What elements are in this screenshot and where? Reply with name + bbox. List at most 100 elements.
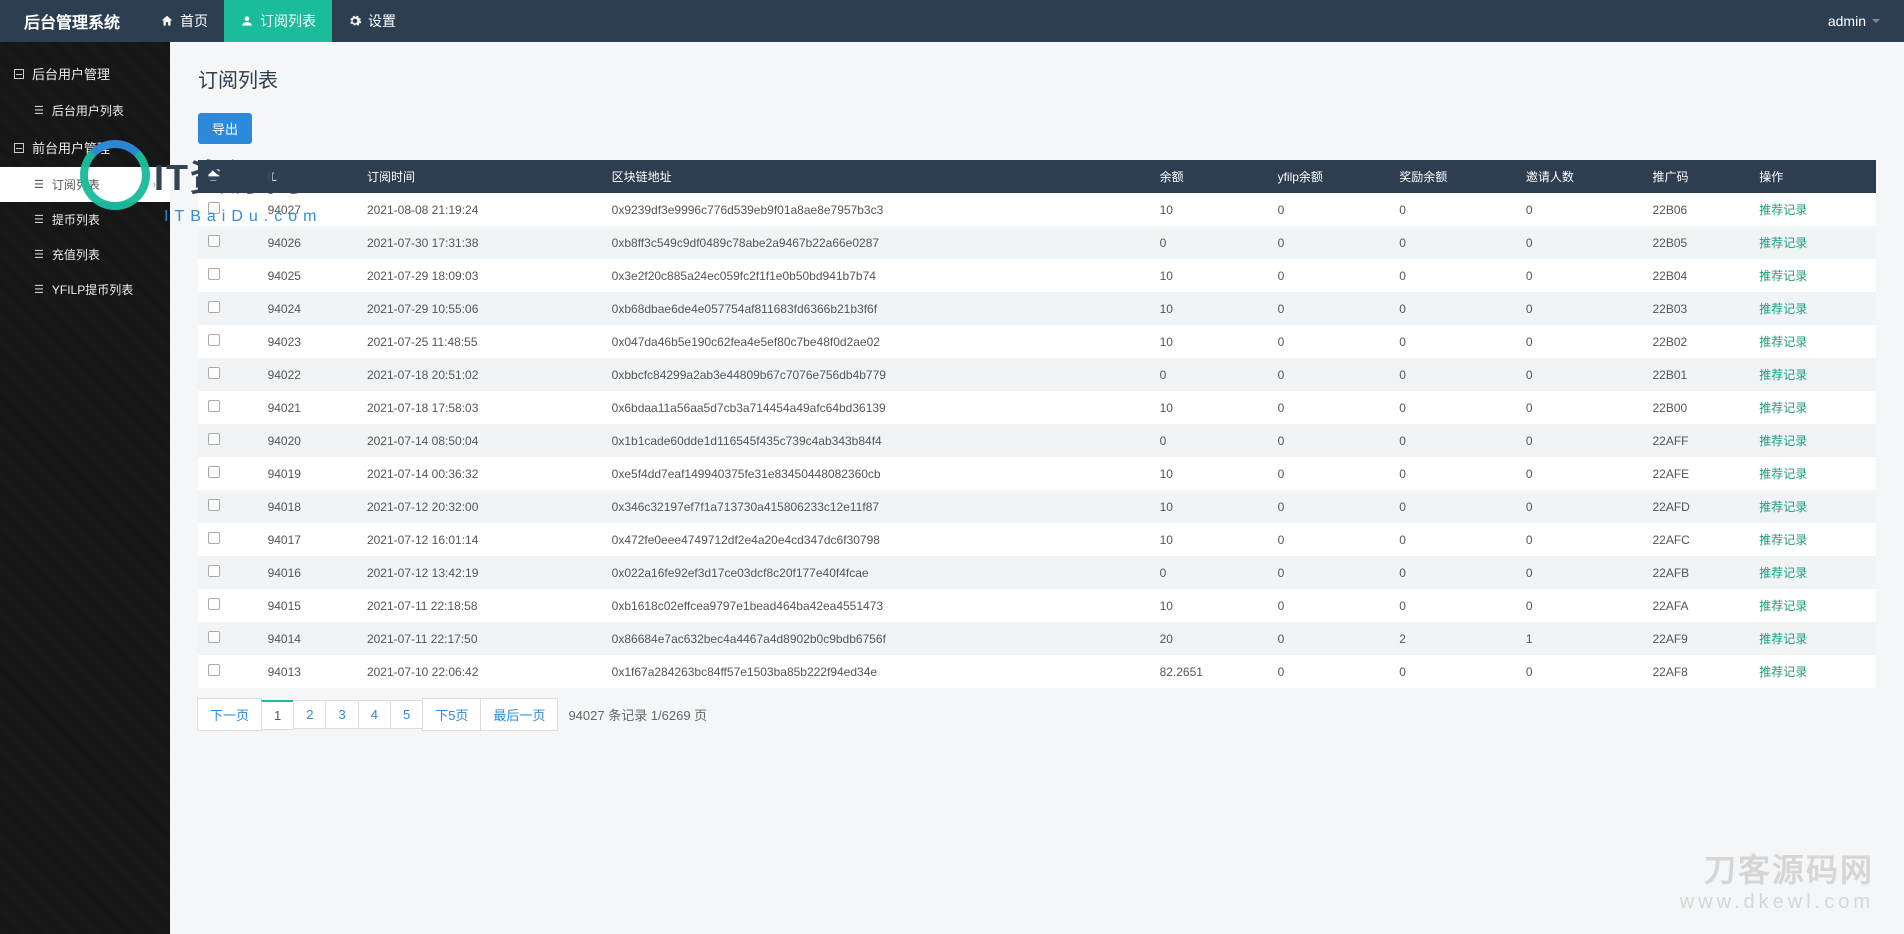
page-3[interactable]: 3 [325, 700, 358, 729]
nav-home-label: 首页 [180, 11, 208, 31]
row-checkbox[interactable] [208, 400, 220, 412]
table-row: 940242021-07-29 10:55:060xb68dbae6de4e05… [198, 292, 1876, 325]
row-checkbox[interactable] [208, 334, 220, 346]
sidebar-group-label: 前台用户管理 [32, 138, 110, 157]
recommend-record-link[interactable]: 推荐记录 [1759, 599, 1807, 613]
recommend-record-link[interactable]: 推荐记录 [1759, 533, 1807, 547]
home-icon [160, 14, 174, 28]
sidebar-item-yfilp-withdraw-list[interactable]: ☰ YFILP提币列表 [0, 272, 170, 307]
col-header: 操作 [1749, 160, 1876, 193]
table-row: 940252021-07-29 18:09:030x3e2f20c885a24e… [198, 259, 1876, 292]
user-icon [240, 14, 254, 28]
page-5[interactable]: 5 [390, 700, 423, 729]
sidebar-item-label: YFILP提币列表 [52, 281, 133, 298]
recommend-record-link[interactable]: 推荐记录 [1759, 665, 1807, 679]
nav-subscribe[interactable]: 订阅列表 [224, 0, 332, 42]
recommend-record-link[interactable]: 推荐记录 [1759, 236, 1807, 250]
table-row: 940262021-07-30 17:31:380xb8ff3c549c9df0… [198, 226, 1876, 259]
table-row: 940232021-07-25 11:48:550x047da46b5e190c… [198, 325, 1876, 358]
table-row: 940212021-07-18 17:58:030x6bdaa11a56aa5d… [198, 391, 1876, 424]
row-checkbox[interactable] [208, 202, 220, 214]
table-row: 940272021-08-08 21:19:240x9239df3e9996c7… [198, 193, 1876, 226]
row-checkbox[interactable] [208, 532, 220, 544]
page-title: 订阅列表 [198, 64, 1876, 93]
page-4[interactable]: 4 [358, 700, 391, 729]
recommend-record-link[interactable]: 推荐记录 [1759, 335, 1807, 349]
pagination: 下一页 1 2 3 4 5 下5页 最后一页 94027 条记录 1/6269 … [198, 698, 1876, 731]
sidebar-item-backend-user-list[interactable]: ☰ 后台用户列表 [0, 93, 170, 128]
table-row: 940162021-07-12 13:42:190x022a16fe92ef3d… [198, 556, 1876, 589]
recommend-record-link[interactable]: 推荐记录 [1759, 269, 1807, 283]
sidebar: 后台用户管理 ☰ 后台用户列表 前台用户管理 ☰ 订阅列表 › ☰ 提币列表 [0, 42, 170, 934]
list-icon: ☰ [34, 283, 44, 296]
row-checkbox[interactable] [208, 433, 220, 445]
recommend-record-link[interactable]: 推荐记录 [1759, 302, 1807, 316]
table-row: 940132021-07-10 22:06:420x1f67a284263bc8… [198, 655, 1876, 688]
sidebar-item-label: 提币列表 [52, 211, 100, 228]
table-row: 940142021-07-11 22:17:500x86684e7ac632be… [198, 622, 1876, 655]
collapse-icon [14, 69, 24, 79]
row-checkbox[interactable] [208, 499, 220, 511]
export-button[interactable]: 导出 [198, 113, 252, 144]
row-checkbox[interactable] [208, 598, 220, 610]
nav-settings-label: 设置 [368, 11, 396, 31]
col-header: 余额 [1150, 160, 1268, 193]
sidebar-item-subscribe-list[interactable]: ☰ 订阅列表 › [0, 167, 170, 202]
row-checkbox[interactable] [208, 235, 220, 247]
sidebar-group-label: 后台用户管理 [32, 64, 110, 83]
sidebar-item-withdraw-list[interactable]: ☰ 提币列表 [0, 202, 170, 237]
recommend-record-link[interactable]: 推荐记录 [1759, 467, 1807, 481]
sidebar-group-backend-users[interactable]: 后台用户管理 [0, 54, 170, 93]
row-checkbox[interactable] [208, 631, 220, 643]
row-checkbox[interactable] [208, 268, 220, 280]
chevron-right-icon: › [152, 179, 156, 191]
recommend-record-link[interactable]: 推荐记录 [1759, 632, 1807, 646]
recommend-record-link[interactable]: 推荐记录 [1759, 566, 1807, 580]
col-header: 订阅时间 [357, 160, 602, 193]
recommend-record-link[interactable]: 推荐记录 [1759, 401, 1807, 415]
sidebar-item-deposit-list[interactable]: ☰ 充值列表 [0, 237, 170, 272]
recommend-record-link[interactable]: 推荐记录 [1759, 500, 1807, 514]
sidebar-item-label: 后台用户列表 [52, 102, 124, 119]
recommend-record-link[interactable]: 推荐记录 [1759, 368, 1807, 382]
row-checkbox[interactable] [208, 301, 220, 313]
caret-down-icon [1872, 19, 1880, 23]
page-next5[interactable]: 下5页 [422, 698, 481, 731]
page-next[interactable]: 下一页 [197, 698, 262, 731]
pagination-info: 94027 条记录 1/6269 页 [568, 705, 707, 724]
user-name: admin [1828, 13, 1866, 29]
col-header: 推广码 [1642, 160, 1749, 193]
sidebar-group-frontend-users[interactable]: 前台用户管理 [0, 128, 170, 167]
brand-title: 后台管理系统 [0, 0, 144, 42]
page-last[interactable]: 最后一页 [480, 698, 558, 731]
table-row: 940182021-07-12 20:32:000x346c32197ef7f1… [198, 490, 1876, 523]
recommend-record-link[interactable]: 推荐记录 [1759, 203, 1807, 217]
page-2[interactable]: 2 [293, 700, 326, 729]
select-all-checkbox[interactable] [208, 169, 220, 181]
table-row: 940152021-07-11 22:18:580xb1618c02effcea… [198, 589, 1876, 622]
row-checkbox[interactable] [208, 664, 220, 676]
list-icon: ☰ [34, 213, 44, 226]
nav-subscribe-label: 订阅列表 [260, 11, 316, 31]
collapse-icon [14, 143, 24, 153]
sidebar-item-label: 充值列表 [52, 246, 100, 263]
table-row: 940192021-07-14 00:36:320xe5f4dd7eaf1499… [198, 457, 1876, 490]
top-bar: 后台管理系统 首页 订阅列表 设置 admin [0, 0, 1904, 42]
row-checkbox[interactable] [208, 466, 220, 478]
subscribe-table: ID订阅时间区块链地址余额yfilp余额奖励余额邀请人数推广码操作 940272… [198, 160, 1876, 688]
row-checkbox[interactable] [208, 565, 220, 577]
list-icon: ☰ [34, 104, 44, 117]
list-icon: ☰ [34, 178, 44, 191]
col-header [198, 160, 258, 193]
recommend-record-link[interactable]: 推荐记录 [1759, 434, 1807, 448]
row-checkbox[interactable] [208, 367, 220, 379]
main-content: 订阅列表 导出 ID订阅时间区块链地址余额yfilp余额奖励余额邀请人数推广码操… [170, 42, 1904, 934]
gear-icon [348, 14, 362, 28]
col-header: 邀请人数 [1516, 160, 1643, 193]
nav-home[interactable]: 首页 [144, 0, 224, 42]
nav-settings[interactable]: 设置 [332, 0, 412, 42]
col-header: yfilp余额 [1268, 160, 1390, 193]
table-row: 940172021-07-12 16:01:140x472fe0eee47497… [198, 523, 1876, 556]
page-1[interactable]: 1 [261, 700, 294, 730]
user-menu[interactable]: admin [1804, 0, 1904, 42]
